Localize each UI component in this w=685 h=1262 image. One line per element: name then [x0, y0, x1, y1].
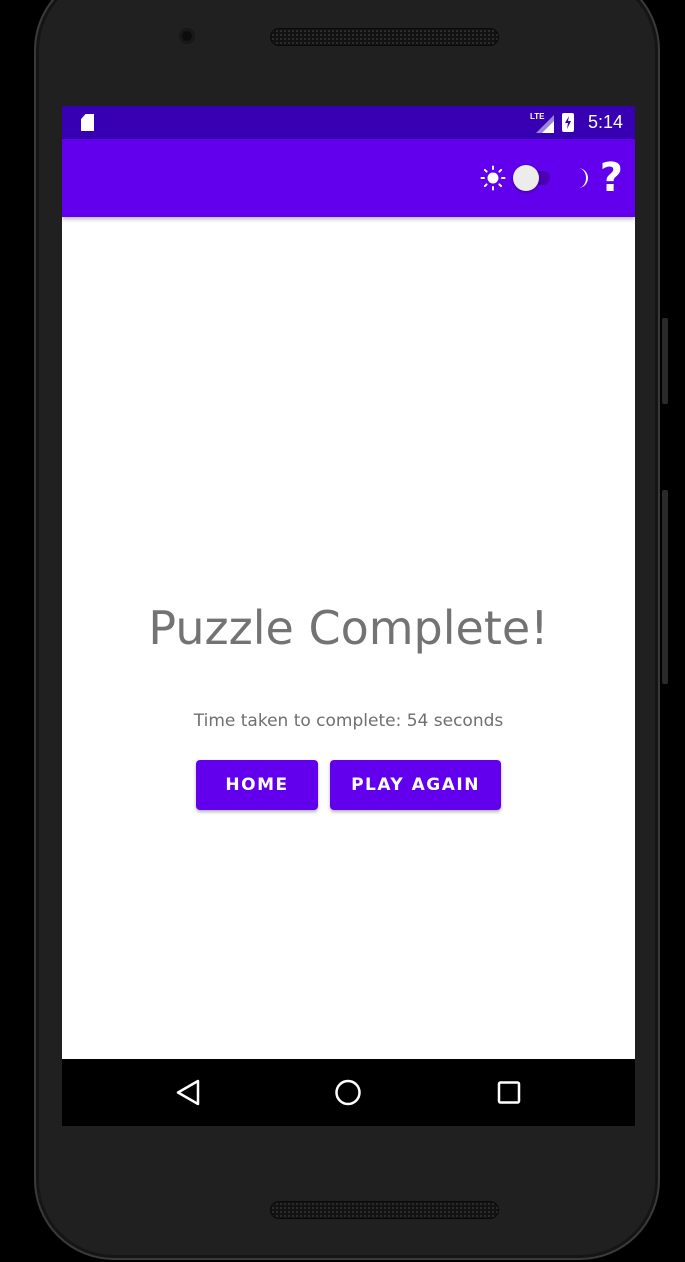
- back-icon: [176, 1079, 200, 1106]
- battery-charging-icon: [561, 113, 574, 132]
- help-icon[interactable]: ?: [600, 158, 623, 198]
- status-bar: LTE 5:14: [62, 106, 635, 139]
- home-icon: [335, 1079, 361, 1106]
- app-bar: ?: [62, 139, 635, 217]
- status-icons: LTE 5:14: [530, 106, 623, 139]
- sd-card-icon: [81, 114, 94, 131]
- play-again-button[interactable]: PLAY AGAIN: [330, 760, 501, 810]
- nav-home-button[interactable]: [308, 1059, 388, 1126]
- status-time: 5:14: [587, 112, 623, 132]
- app-bar-actions: ?: [480, 139, 623, 217]
- moon-icon: [572, 165, 594, 191]
- recents-icon: [497, 1081, 521, 1104]
- lte-signal-icon: LTE: [530, 112, 554, 133]
- navigation-bar: [62, 1059, 635, 1126]
- volume-button: [662, 490, 668, 684]
- page-title: Puzzle Complete!: [148, 601, 549, 655]
- top-speaker: [270, 28, 499, 46]
- theme-switch-thumb: [512, 165, 539, 191]
- bottom-speaker: [270, 1201, 499, 1219]
- main-content: Puzzle Complete! Time taken to complete:…: [62, 217, 635, 1059]
- theme-toggle-switch[interactable]: [512, 165, 554, 191]
- home-button[interactable]: HOME: [196, 760, 318, 810]
- device-screen: LTE 5:14 ? Puzzle Complete! Time taken t…: [62, 106, 635, 1126]
- power-button: [662, 318, 668, 404]
- nav-back-button[interactable]: [148, 1059, 228, 1126]
- sun-icon: [480, 165, 506, 191]
- time-taken-text: Time taken to complete: 54 seconds: [193, 711, 504, 731]
- front-camera: [179, 28, 195, 44]
- nav-recents-button[interactable]: [469, 1059, 549, 1126]
- action-buttons: HOME PLAY AGAIN: [62, 760, 635, 810]
